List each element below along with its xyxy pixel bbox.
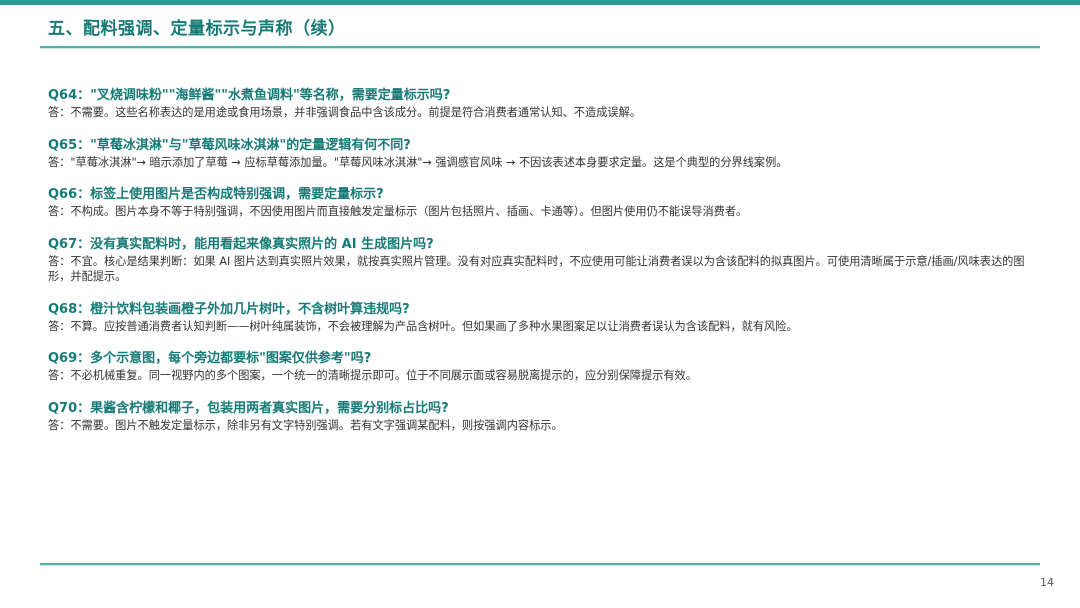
answer: 答：不需要。图片不触发定量标示，除非另有文字特别强调。若有文字强调某配料，则按强…: [48, 418, 563, 432]
page-title: 五、配料强调、定量标示与声称（续）: [48, 19, 346, 39]
qa-item-q68: Q68：橙汁饮料包装画橙子外加几片树叶，不含树叶算违规吗? 答：不算。应按普通消…: [48, 301, 1038, 335]
question: Q70：果酱含柠檬和椰子，包装用两者真实图片，需要分别标占比吗?: [48, 400, 449, 416]
question: Q65："草莓冰淇淋"与"草莓风味冰淇淋"的定量逻辑有何不同?: [48, 137, 411, 153]
question: Q64："叉烧调味粉""海鲜酱""水煮鱼调料"等名称，需要定量标示吗?: [48, 88, 451, 103]
question: Q67：没有真实配料时，能用看起来像真实照片的 AI 生成图片吗?: [48, 236, 434, 252]
title-divider-shadow: [40, 48, 1040, 49]
question: Q66：标签上使用图片是否构成特别强调，需要定量标示?: [48, 187, 384, 202]
qa-item-q70: Q70：果酱含柠檬和椰子，包装用两者真实图片，需要分别标占比吗? 答：不需要。图…: [48, 400, 1038, 434]
answer: 答：不算。应按普通消费者认知判断——树叶纯属装饰，不会被理解为产品含树叶。但如果…: [48, 319, 798, 333]
answer: 答：不宜。核心是结果判断：如果 AI 图片达到真实照片效果，就按真实照片管理。没…: [48, 254, 1025, 284]
question: Q68：橙汁饮料包装画橙子外加几片树叶，不含树叶算违规吗?: [48, 301, 410, 317]
top-accent-bar: [0, 0, 1080, 5]
qa-item-q69: Q69：多个示意图，每个旁边都要标"图案仅供参考"吗? 答：不必机械重复。同一视…: [48, 350, 1038, 384]
answer: 答："草莓冰淇淋"→ 暗示添加了草莓 → 应标草莓添加量。"草莓风味冰淇淋"→ …: [48, 155, 788, 169]
question: Q69：多个示意图，每个旁边都要标"图案仅供参考"吗?: [48, 351, 372, 366]
qa-item-q64: Q64："叉烧调味粉""海鲜酱""水煮鱼调料"等名称，需要定量标示吗? 答：不需…: [48, 87, 1038, 121]
qa-list: Q64："叉烧调味粉""海鲜酱""水煮鱼调料"等名称，需要定量标示吗? 答：不需…: [48, 87, 1038, 449]
qa-item-q67: Q67：没有真实配料时，能用看起来像真实照片的 AI 生成图片吗? 答：不宜。核…: [48, 236, 1038, 285]
answer: 答：不必机械重复。同一视野内的多个图案，一个统一的清晰提示即可。位于不同展示面或…: [48, 369, 697, 382]
qa-item-q65: Q65："草莓冰淇淋"与"草莓风味冰淇淋"的定量逻辑有何不同? 答："草莓冰淇淋…: [48, 137, 1038, 171]
page-number: 14: [1040, 576, 1054, 589]
qa-item-q66: Q66：标签上使用图片是否构成特别强调，需要定量标示? 答：不构成。图片本身不等…: [48, 186, 1038, 220]
answer: 答：不构成。图片本身不等于特别强调，不因使用图片而直接触发定量标示（图片包括照片…: [48, 205, 748, 218]
footer-divider-shadow: [40, 565, 1040, 566]
answer: 答：不需要。这些名称表达的是用途或食用场景，并非强调食品中含该成分。前提是符合消…: [48, 106, 641, 119]
